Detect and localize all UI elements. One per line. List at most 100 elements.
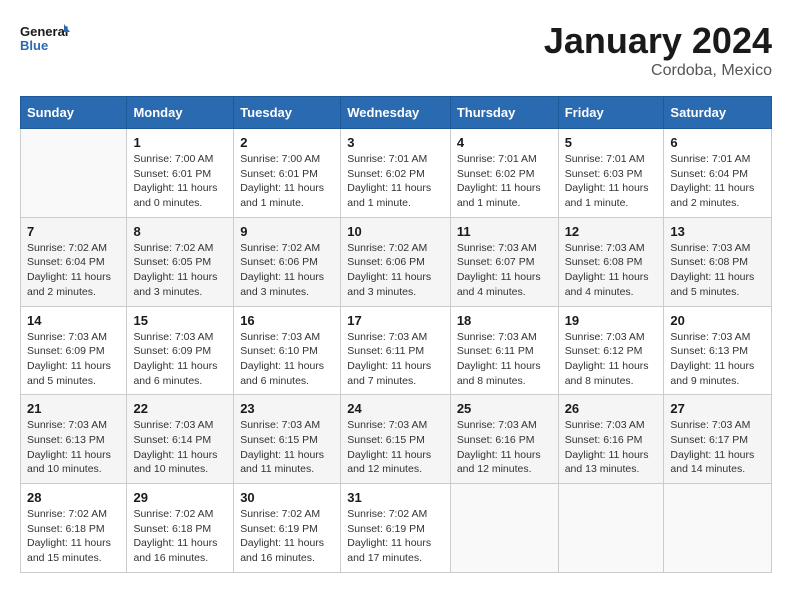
calendar-cell: 1 Sunrise: 7:00 AMSunset: 6:01 PMDaylight… [127,129,234,218]
calendar-cell: 16 Sunrise: 7:03 AMSunset: 6:10 PMDayligh… [234,306,341,395]
day-info: Sunrise: 7:02 AMSunset: 6:18 PMDaylight:… [27,507,120,566]
day-info: Sunrise: 7:01 AMSunset: 6:04 PMDaylight:… [670,152,765,211]
day-number: 28 [27,490,120,505]
day-number: 12 [565,224,658,239]
day-info: Sunrise: 7:00 AMSunset: 6:01 PMDaylight:… [240,152,334,211]
day-info: Sunrise: 7:03 AMSunset: 6:11 PMDaylight:… [457,330,552,389]
logo-svg: General Blue [20,20,70,60]
day-number: 25 [457,401,552,416]
day-number: 3 [347,135,444,150]
weekday-header-row: SundayMondayTuesdayWednesdayThursdayFrid… [21,97,772,129]
day-number: 2 [240,135,334,150]
day-info: Sunrise: 7:03 AMSunset: 6:09 PMDaylight:… [133,330,227,389]
svg-text:General: General [20,24,68,39]
day-number: 9 [240,224,334,239]
day-info: Sunrise: 7:02 AMSunset: 6:06 PMDaylight:… [240,241,334,300]
calendar-cell: 25 Sunrise: 7:03 AMSunset: 6:16 PMDayligh… [450,395,558,484]
calendar-cell [21,129,127,218]
day-info: Sunrise: 7:03 AMSunset: 6:13 PMDaylight:… [670,330,765,389]
calendar-subtitle: Cordoba, Mexico [544,62,772,80]
day-info: Sunrise: 7:03 AMSunset: 6:14 PMDaylight:… [133,418,227,477]
calendar-cell: 23 Sunrise: 7:03 AMSunset: 6:15 PMDayligh… [234,395,341,484]
calendar-cell: 18Sunrise: 7:03 AMSunset: 6:11 PMDayligh… [450,306,558,395]
calendar-cell: 28 Sunrise: 7:02 AMSunset: 6:18 PMDayligh… [21,484,127,573]
calendar-cell: 27Sunrise: 7:03 AMSunset: 6:17 PMDayligh… [664,395,772,484]
day-number: 5 [565,135,658,150]
calendar-cell: 19 Sunrise: 7:03 AMSunset: 6:12 PMDayligh… [558,306,664,395]
calendar-cell: 20 Sunrise: 7:03 AMSunset: 6:13 PMDayligh… [664,306,772,395]
day-info: Sunrise: 7:02 AMSunset: 6:18 PMDaylight:… [133,507,227,566]
calendar-week-row: 7Sunrise: 7:02 AMSunset: 6:04 PMDaylight… [21,217,772,306]
calendar-title: January 2024 [544,20,772,62]
calendar-cell: 17Sunrise: 7:03 AMSunset: 6:11 PMDayligh… [341,306,451,395]
day-info: Sunrise: 7:01 AMSunset: 6:03 PMDaylight:… [565,152,658,211]
calendar-week-row: 1 Sunrise: 7:00 AMSunset: 6:01 PMDaylight… [21,129,772,218]
calendar-cell: 30Sunrise: 7:02 AMSunset: 6:19 PMDayligh… [234,484,341,573]
weekday-header: Thursday [450,97,558,129]
calendar-cell: 3Sunrise: 7:01 AMSunset: 6:02 PMDaylight… [341,129,451,218]
day-number: 10 [347,224,444,239]
day-number: 24 [347,401,444,416]
weekday-header: Sunday [21,97,127,129]
day-number: 20 [670,313,765,328]
day-info: Sunrise: 7:01 AMSunset: 6:02 PMDaylight:… [457,152,552,211]
calendar-cell: 2 Sunrise: 7:00 AMSunset: 6:01 PMDaylight… [234,129,341,218]
calendar-cell: 14 Sunrise: 7:03 AMSunset: 6:09 PMDayligh… [21,306,127,395]
day-number: 19 [565,313,658,328]
svg-text:Blue: Blue [20,38,48,53]
day-number: 31 [347,490,444,505]
day-info: Sunrise: 7:03 AMSunset: 6:09 PMDaylight:… [27,330,120,389]
day-info: Sunrise: 7:02 AMSunset: 6:19 PMDaylight:… [347,507,444,566]
weekday-header: Tuesday [234,97,341,129]
day-number: 23 [240,401,334,416]
calendar-cell: 26 Sunrise: 7:03 AMSunset: 6:16 PMDayligh… [558,395,664,484]
weekday-header: Monday [127,97,234,129]
day-info: Sunrise: 7:03 AMSunset: 6:15 PMDaylight:… [240,418,334,477]
day-number: 30 [240,490,334,505]
day-info: Sunrise: 7:03 AMSunset: 6:07 PMDaylight:… [457,241,552,300]
day-number: 6 [670,135,765,150]
day-number: 26 [565,401,658,416]
day-number: 14 [27,313,120,328]
calendar-cell: 31 Sunrise: 7:02 AMSunset: 6:19 PMDayligh… [341,484,451,573]
page-header: General Blue January 2024 Cordoba, Mexic… [20,20,772,80]
day-number: 1 [133,135,227,150]
calendar-week-row: 28 Sunrise: 7:02 AMSunset: 6:18 PMDayligh… [21,484,772,573]
day-info: Sunrise: 7:02 AMSunset: 6:05 PMDaylight:… [133,241,227,300]
day-info: Sunrise: 7:02 AMSunset: 6:04 PMDaylight:… [27,241,120,300]
calendar-cell: 15 Sunrise: 7:03 AMSunset: 6:09 PMDayligh… [127,306,234,395]
day-info: Sunrise: 7:03 AMSunset: 6:12 PMDaylight:… [565,330,658,389]
calendar-table: SundayMondayTuesdayWednesdayThursdayFrid… [20,96,772,573]
calendar-cell: 22 Sunrise: 7:03 AMSunset: 6:14 PMDayligh… [127,395,234,484]
calendar-cell: 7Sunrise: 7:02 AMSunset: 6:04 PMDaylight… [21,217,127,306]
day-info: Sunrise: 7:03 AMSunset: 6:16 PMDaylight:… [565,418,658,477]
day-number: 16 [240,313,334,328]
day-info: Sunrise: 7:03 AMSunset: 6:10 PMDaylight:… [240,330,334,389]
day-info: Sunrise: 7:02 AMSunset: 6:06 PMDaylight:… [347,241,444,300]
day-info: Sunrise: 7:03 AMSunset: 6:16 PMDaylight:… [457,418,552,477]
calendar-cell: 21 Sunrise: 7:03 AMSunset: 6:13 PMDayligh… [21,395,127,484]
calendar-cell [450,484,558,573]
calendar-cell: 5 Sunrise: 7:01 AMSunset: 6:03 PMDaylight… [558,129,664,218]
day-info: Sunrise: 7:03 AMSunset: 6:13 PMDaylight:… [27,418,120,477]
calendar-cell: 6 Sunrise: 7:01 AMSunset: 6:04 PMDaylight… [664,129,772,218]
day-number: 29 [133,490,227,505]
day-info: Sunrise: 7:03 AMSunset: 6:08 PMDaylight:… [565,241,658,300]
day-info: Sunrise: 7:03 AMSunset: 6:11 PMDaylight:… [347,330,444,389]
calendar-cell: 4 Sunrise: 7:01 AMSunset: 6:02 PMDaylight… [450,129,558,218]
day-number: 22 [133,401,227,416]
day-info: Sunrise: 7:00 AMSunset: 6:01 PMDaylight:… [133,152,227,211]
weekday-header: Friday [558,97,664,129]
weekday-header: Saturday [664,97,772,129]
day-info: Sunrise: 7:03 AMSunset: 6:17 PMDaylight:… [670,418,765,477]
day-number: 4 [457,135,552,150]
calendar-cell: 8 Sunrise: 7:02 AMSunset: 6:05 PMDaylight… [127,217,234,306]
day-number: 13 [670,224,765,239]
weekday-header: Wednesday [341,97,451,129]
day-number: 15 [133,313,227,328]
day-info: Sunrise: 7:03 AMSunset: 6:15 PMDaylight:… [347,418,444,477]
day-number: 8 [133,224,227,239]
day-number: 21 [27,401,120,416]
calendar-week-row: 21 Sunrise: 7:03 AMSunset: 6:13 PMDayligh… [21,395,772,484]
calendar-cell: 13Sunrise: 7:03 AMSunset: 6:08 PMDayligh… [664,217,772,306]
